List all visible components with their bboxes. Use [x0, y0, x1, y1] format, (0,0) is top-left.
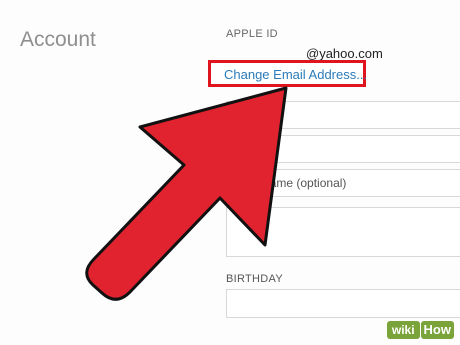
last-name-field[interactable]	[226, 135, 460, 163]
birthday-field[interactable]	[226, 289, 460, 318]
watermark-prefix: wiki	[386, 321, 420, 339]
middle-name-field[interactable]: ddle name (optional)	[226, 169, 460, 197]
account-page: Account APPLE ID @yahoo.com Change Email…	[0, 0, 460, 345]
change-email-link[interactable]: Change Email Address...	[224, 67, 367, 82]
name-extra-field[interactable]	[226, 207, 460, 257]
page-title: Account	[20, 28, 96, 51]
change-email-highlight: Change Email Address...	[208, 60, 367, 87]
watermark-suffix: How	[420, 321, 454, 339]
middle-name-placeholder: ddle name (optional)	[237, 176, 347, 190]
wikihow-watermark: wiki How	[386, 319, 454, 341]
apple-id-label: APPLE ID	[226, 28, 278, 40]
first-name-field[interactable]	[226, 101, 460, 129]
birthday-label: BIRTHDAY	[226, 273, 284, 285]
email-value: @yahoo.com	[306, 46, 383, 61]
